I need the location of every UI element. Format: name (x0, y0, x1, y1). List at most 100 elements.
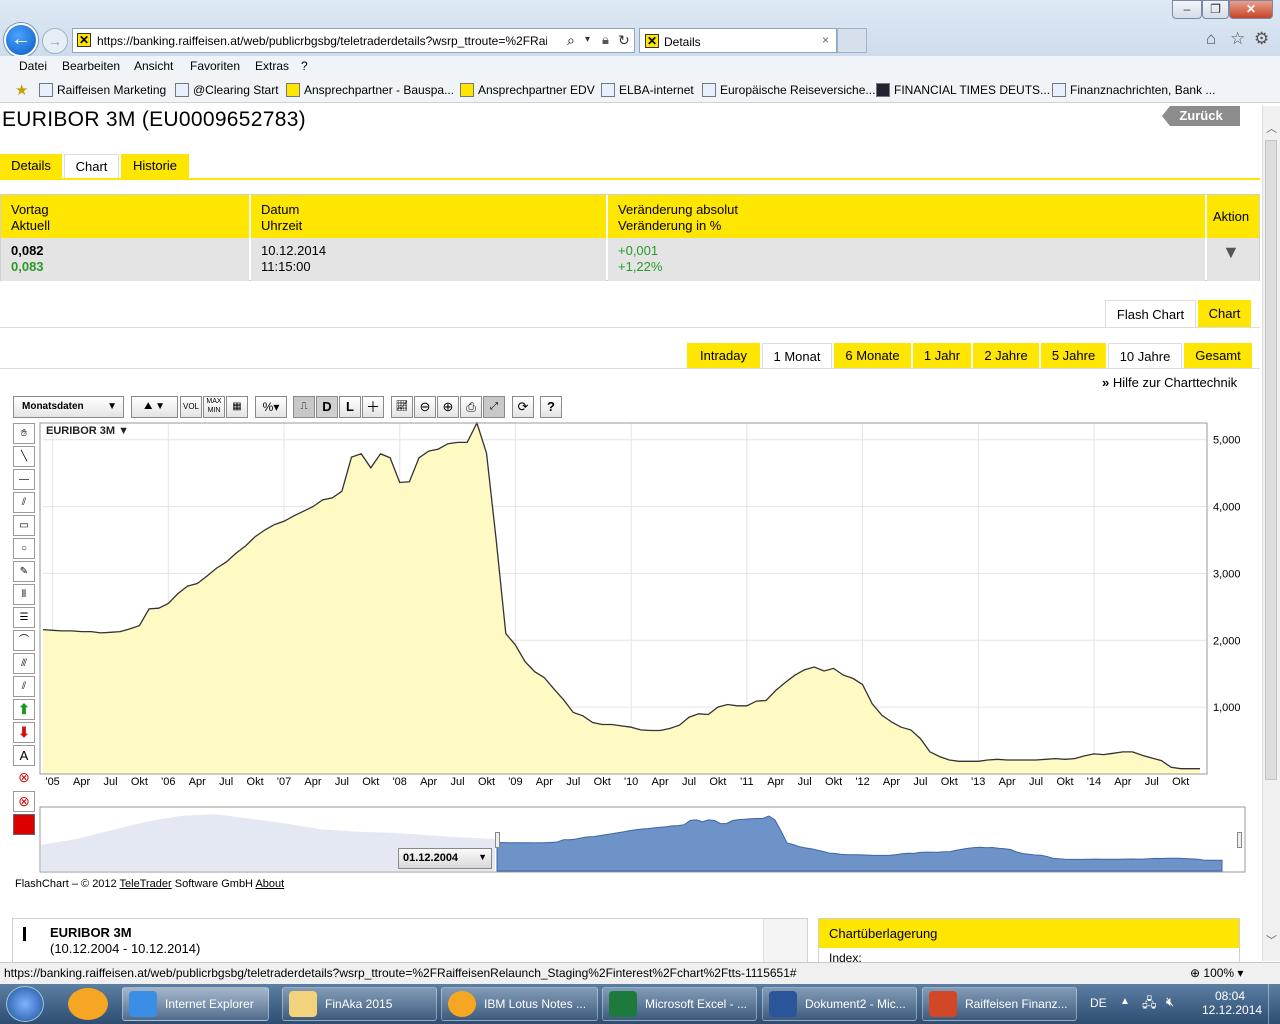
zoom-out-icon[interactable]: ⊖ (414, 396, 436, 418)
favorite-link[interactable]: Ansprechpartner EDV (460, 83, 595, 97)
scrollbar-thumb[interactable] (1265, 140, 1277, 780)
tray-expand-icon[interactable]: ▲ (1120, 996, 1130, 1007)
taskbar-excel[interactable]: Microsoft Excel - ... (602, 987, 757, 1021)
x-tick-label: Apr (883, 776, 900, 788)
teletrader-link[interactable]: TeleTrader (120, 878, 172, 890)
gear-icon[interactable]: ⚙ (1254, 29, 1269, 49)
minimize-button[interactable]: – (1172, 0, 1202, 19)
crosshair-icon[interactable]: ＋ (362, 396, 384, 418)
tab-flash-chart[interactable]: Flash Chart (1105, 300, 1196, 327)
daily-button[interactable]: D (316, 396, 338, 418)
taskbar-ie[interactable]: Internet Explorer (122, 987, 269, 1021)
header-aktion: Aktion (1207, 195, 1259, 238)
range-10-jahre[interactable]: 10 Jahre (1108, 343, 1182, 369)
log-button[interactable]: L (339, 396, 361, 418)
favorite-link[interactable]: Ansprechpartner - Bauspa... (286, 83, 454, 97)
close-window-button[interactable]: ✕ (1229, 0, 1273, 19)
tab-chart[interactable]: Chart (64, 154, 119, 178)
chart-type-select[interactable]: ⛰ ▼ (131, 396, 178, 418)
menu-help[interactable]: ? (301, 59, 308, 73)
navigator-handle-left[interactable] (495, 832, 500, 848)
range-intraday[interactable]: Intraday (687, 343, 760, 369)
maxmin-toggle[interactable]: MAX MIN (203, 396, 225, 418)
menu-favoriten[interactable]: Favoriten (190, 59, 240, 73)
favorites-star-icon[interactable]: ★ (15, 81, 28, 99)
favorite-link[interactable]: Finanznachrichten, Bank ... (1052, 83, 1215, 97)
volume-icon[interactable]: 🔇︎ (1166, 994, 1174, 1010)
lock-icon[interactable]: ▾ (585, 34, 590, 45)
new-tab-button[interactable] (837, 28, 867, 53)
favorite-link[interactable]: FINANCIAL TIMES DEUTS... (876, 83, 1050, 97)
navigator (39, 806, 1246, 873)
about-link[interactable]: About (255, 878, 284, 890)
favorite-link[interactable]: @Clearing Start (175, 83, 279, 97)
series-marker (23, 927, 26, 941)
app-pinned-icon[interactable] (68, 988, 108, 1020)
address-bar[interactable]: ✕ https://banking.raiffeisen.at/web/publ… (72, 28, 635, 53)
language-indicator[interactable]: DE (1090, 996, 1107, 1010)
back-link-button[interactable]: Zurück (1162, 106, 1240, 126)
linear-scale-icon[interactable]: ⎍ (293, 396, 315, 418)
taskbar-powerpoint[interactable]: Raiffeisen Finanz... (922, 987, 1077, 1021)
menu-bearbeiten[interactable]: Bearbeiten (62, 59, 120, 73)
chart-help-link[interactable]: » Hilfe zur Charttechnik (1102, 375, 1237, 390)
print-icon[interactable]: ⎙ (460, 396, 482, 418)
fullscreen-icon[interactable]: ⤢ (483, 396, 505, 418)
home-icon[interactable]: ⌂ (1206, 29, 1216, 49)
menu-ansicht[interactable]: Ansicht (134, 59, 173, 73)
volume-toggle[interactable]: VOL (180, 396, 202, 418)
menu-datei[interactable]: Datei (19, 59, 47, 73)
percent-select[interactable]: %▾ (255, 396, 287, 418)
refresh-icon[interactable]: ↻ (618, 32, 630, 49)
favorites-star-icon[interactable]: ☆ (1230, 29, 1245, 49)
zoom-in-icon[interactable]: ⊕ (437, 396, 459, 418)
tab-details[interactable]: Details (0, 154, 62, 178)
range-5-jahre[interactable]: 5 Jahre (1041, 343, 1106, 369)
price-chart[interactable]: 1,0002,0003,0004,0005,000 '05 Apr Jul Okt '0… (0, 420, 1260, 880)
taskbar-finaka[interactable]: FinAka 2015 (282, 987, 437, 1021)
chevron-down-icon[interactable]: ▼ (1207, 238, 1259, 281)
x-tick-label: Okt (478, 776, 495, 788)
zoom-level[interactable]: ⊕ 100% ▾ (1190, 966, 1243, 980)
help-button[interactable]: ? (540, 396, 562, 418)
range-6-monate[interactable]: 6 Monate (834, 343, 911, 369)
maximize-button[interactable]: ❐ (1202, 0, 1229, 19)
scroll-up-icon[interactable]: ︿ (1266, 120, 1277, 136)
network-icon[interactable]: 🖧︎ (1142, 994, 1157, 1016)
scroll-down-icon[interactable]: ﹀ (1266, 932, 1277, 948)
y-tick-label: 2,000 (1213, 635, 1241, 647)
forward-button[interactable]: → (42, 28, 68, 54)
tab-historie[interactable]: Historie (121, 154, 189, 178)
favorite-link[interactable]: ELBA-internet (601, 83, 694, 97)
y-tick-label: 1,000 (1213, 702, 1241, 714)
taskbar-word[interactable]: Dokument2 - Mic... (762, 987, 917, 1021)
indicator-icon[interactable]: 📈︎ (391, 396, 413, 418)
period-select[interactable]: Monatsdaten ▼ (13, 396, 124, 418)
x-tick-label: Jul (451, 776, 465, 788)
search-icon[interactable]: ⌕ (567, 32, 575, 49)
range-gesamt[interactable]: Gesamt (1184, 343, 1252, 369)
range-1-monat[interactable]: 1 Monat (762, 343, 832, 369)
show-desktop-button[interactable] (1268, 984, 1280, 1024)
range-1-jahr[interactable]: 1 Jahr (913, 343, 971, 369)
lock-icon[interactable]: 🔒︎ (602, 32, 609, 48)
back-button[interactable]: ← (4, 23, 38, 57)
chart-series-label[interactable]: EURIBOR 3M ▼ (46, 425, 129, 437)
favorite-link[interactable]: Europäische Reiseversiche... (702, 83, 875, 97)
x-tick-label: Jul (1145, 776, 1159, 788)
start-button[interactable] (6, 986, 44, 1022)
refresh-icon[interactable]: ⟳ (512, 396, 534, 418)
navigator-handle-right[interactable] (1237, 832, 1242, 848)
clock[interactable]: 08:04 12.12.2014 (1202, 989, 1262, 1017)
browser-tab[interactable]: ✕ Details × (639, 28, 837, 53)
close-tab-icon[interactable]: × (822, 33, 829, 47)
x-tick-label: '07 (277, 776, 291, 788)
favorite-link[interactable]: Raiffeisen Marketing (39, 83, 166, 97)
menu-extras[interactable]: Extras (255, 59, 289, 73)
taskbar-lotus-notes[interactable]: IBM Lotus Notes ... (441, 987, 598, 1021)
grid-icon[interactable]: ▦ (226, 396, 248, 418)
range-2-jahre[interactable]: 2 Jahre (973, 343, 1039, 369)
navigator-date-select[interactable]: 01.12.2004 ▼ (398, 848, 492, 869)
tab-chart-image[interactable]: Chart (1198, 300, 1251, 327)
x-tick-label: Jul (103, 776, 117, 788)
